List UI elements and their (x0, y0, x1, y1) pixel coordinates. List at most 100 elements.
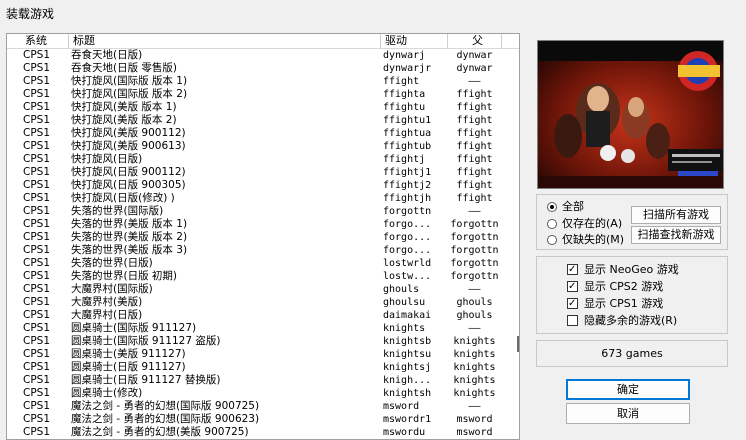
hide-extra-option[interactable]: 隐藏多余的游戏(R) (567, 313, 677, 329)
radio-all-indicator[interactable] (547, 202, 557, 212)
table-row[interactable]: CPS1 大魔界村(国际版) ghouls —— (7, 283, 519, 296)
table-row[interactable]: CPS1 魔法之剑 - 勇者的幻想(国际版 900725) msword —— (7, 400, 519, 413)
hide-extra-checkbox[interactable] (567, 315, 578, 326)
radio-missing-indicator[interactable] (547, 235, 557, 245)
scan-all-button[interactable]: 扫描所有游戏 (631, 206, 721, 224)
table-row[interactable]: CPS1 失落的世界(美版 版本 1) forgo... forgottn (7, 218, 519, 231)
cell-title: 圆桌骑士(国际版 911127) (71, 322, 197, 334)
table-row[interactable]: CPS1 快打旋风(国际版 版本 2) ffighta ffight (7, 88, 519, 101)
cell-driver: ffightj (383, 154, 426, 165)
table-row[interactable]: CPS1 吞食天地(日版 零售版) dynwarjr dynwar (7, 62, 519, 75)
show-neogeo-checkbox[interactable] (567, 262, 578, 278)
table-row[interactable]: CPS1 魔法之剑 - 勇者的幻想(美版 900725) mswordu msword (7, 426, 519, 439)
cell-system: CPS1 (23, 218, 51, 230)
window-title: 装载游戏 (6, 7, 55, 21)
scrollbar-thumb[interactable] (517, 336, 519, 352)
table-row[interactable]: CPS1 快打旋风(国际版 版本 1) ffight —— (7, 75, 519, 88)
table-row[interactable]: CPS1 圆桌骑士(修改) knightsh knights (7, 387, 519, 400)
cell-driver: ffightj2 (383, 180, 432, 191)
table-row[interactable]: CPS1 魔法之剑 - 勇者的幻想(国际版 900623) mswordr1 mswo… (7, 413, 519, 426)
col-parent[interactable]: 父 (448, 34, 502, 48)
table-row[interactable]: CPS1 大魔界村(美版) ghoulsu ghouls (7, 296, 519, 309)
cell-parent: ffight (456, 115, 493, 126)
table-row[interactable]: CPS1 失落的世界(美版 版本 3) forgo... forgottn (7, 244, 519, 257)
col-system[interactable]: 系统 (7, 34, 69, 48)
table-row[interactable]: CPS1 快打旋风(美版 900112) ffightua ffight (7, 127, 519, 140)
cell-system: CPS1 (23, 374, 51, 386)
cell-driver: forgo... (383, 245, 432, 256)
cell-driver: ffighta (383, 89, 426, 100)
show-cps2-option[interactable]: 显示 CPS2 游戏 (567, 279, 663, 295)
ok-button[interactable]: 确定 (566, 379, 690, 400)
cell-parent: ffight (456, 102, 493, 113)
table-row[interactable]: CPS1 快打旋风(美版 900613) ffightub ffight (7, 140, 519, 153)
radio-available-indicator[interactable] (547, 219, 557, 229)
cell-title: 快打旋风(国际版 版本 2) (71, 88, 188, 100)
cell-system: CPS1 (23, 361, 51, 373)
table-row[interactable]: CPS1 大魔界村(日版) daimakai ghouls (7, 309, 519, 322)
cell-system: CPS1 (23, 166, 51, 178)
radio-all[interactable]: 全部 (547, 199, 584, 215)
cell-title: 快打旋风(日版 900305) (71, 179, 186, 191)
col-title[interactable]: 标题 (69, 34, 381, 48)
cell-system: CPS1 (23, 244, 51, 256)
cell-system: CPS1 (23, 140, 51, 152)
cell-title: 快打旋风(国际版 版本 1) (71, 75, 188, 87)
cell-title: 吞食天地(日版) (71, 49, 143, 61)
table-row[interactable]: CPS1 快打旋风(日版(修改) ) ffightjh ffight (7, 192, 519, 205)
table-row[interactable]: CPS1 吞食天地(日版) dynwarj dynwar (7, 49, 519, 62)
cell-title: 快打旋风(日版) (71, 153, 143, 165)
cell-driver: knightsu (383, 349, 432, 360)
table-row[interactable]: CPS1 失落的世界(美版 版本 2) forgo... forgottn (7, 231, 519, 244)
cell-parent: —— (468, 401, 481, 412)
table-row[interactable]: CPS1 快打旋风(日版 900112) ffightj1 ffight (7, 166, 519, 179)
table-row[interactable]: CPS1 快打旋风(日版 900305) ffightj2 ffight (7, 179, 519, 192)
cell-title: 快打旋风(美版 900613) (71, 140, 186, 152)
show-cps2-checkbox[interactable] (567, 279, 578, 295)
table-row[interactable]: CPS1 快打旋风(美版 版本 2) ffightu1 ffight (7, 114, 519, 127)
filter-group: 全部 仅存在的(A) 仅缺失的(M) 扫描所有游戏 扫描查找新游戏 (536, 194, 728, 250)
table-row[interactable]: CPS1 失落的世界(日版) lostwrld forgottn (7, 257, 519, 270)
cell-parent: ffight (456, 167, 493, 178)
show-cps1-option[interactable]: 显示 CPS1 游戏 (567, 296, 663, 312)
cell-title: 快打旋风(日版(修改) ) (71, 192, 175, 204)
cell-system: CPS1 (23, 88, 51, 100)
cancel-button[interactable]: 取消 (566, 403, 690, 424)
cell-system: CPS1 (23, 231, 51, 243)
cell-system: CPS1 (23, 335, 51, 347)
radio-available[interactable]: 仅存在的(A) (547, 216, 622, 232)
show-neogeo-option[interactable]: 显示 NeoGeo 游戏 (567, 262, 679, 278)
table-row[interactable]: CPS1 圆桌骑士(国际版 911127 盗版) knightsb knights (7, 335, 519, 348)
table-row[interactable]: CPS1 圆桌骑士(日版 911127 替换版) knigh... knights (7, 374, 519, 387)
cell-system: CPS1 (23, 153, 51, 165)
status-panel: 673 games (536, 340, 728, 367)
cell-title: 失落的世界(日版) (71, 257, 153, 269)
cell-system: CPS1 (23, 205, 51, 217)
table-row[interactable]: CPS1 失落的世界(国际版) forgottn —— (7, 205, 519, 218)
table-row[interactable]: CPS1 圆桌骑士(国际版 911127) knights —— (7, 322, 519, 335)
cell-parent: forgottn (450, 232, 499, 243)
cell-title: 大魔界村(美版) (71, 296, 143, 308)
scan-new-button[interactable]: 扫描查找新游戏 (631, 226, 721, 244)
table-row[interactable]: CPS1 快打旋风(美版 版本 1) ffightu ffight (7, 101, 519, 114)
cell-driver: daimakai (383, 310, 432, 321)
game-list[interactable]: 系统 标题 驱动 父 CPS1 吞食天地(日版) dynwarj dynwar CPS1… (6, 33, 520, 440)
table-row[interactable]: CPS1 圆桌骑士(美版 911127) knightsu knights (7, 348, 519, 361)
cell-parent: knights (453, 349, 496, 360)
cell-parent: msword (456, 414, 493, 425)
col-driver[interactable]: 驱动 (381, 34, 448, 48)
show-cps1-checkbox[interactable] (567, 296, 578, 312)
cell-driver: ghouls (383, 284, 420, 295)
cell-driver: ffightj1 (383, 167, 432, 178)
cell-system: CPS1 (23, 413, 51, 425)
table-row[interactable]: CPS1 快打旋风(日版) ffightj ffight (7, 153, 519, 166)
table-row[interactable]: CPS1 圆桌骑士(日版 911127) knightsj knights (7, 361, 519, 374)
table-row[interactable]: CPS1 失落的世界(日版 初期) lostw... forgottn (7, 270, 519, 283)
radio-missing[interactable]: 仅缺失的(M) (547, 232, 624, 248)
cell-driver: lostw... (383, 271, 432, 282)
cell-parent: —— (468, 323, 481, 334)
cell-driver: forgo... (383, 232, 432, 243)
cell-system: CPS1 (23, 426, 51, 438)
game-count: 673 games (601, 347, 663, 360)
cell-system: CPS1 (23, 296, 51, 308)
